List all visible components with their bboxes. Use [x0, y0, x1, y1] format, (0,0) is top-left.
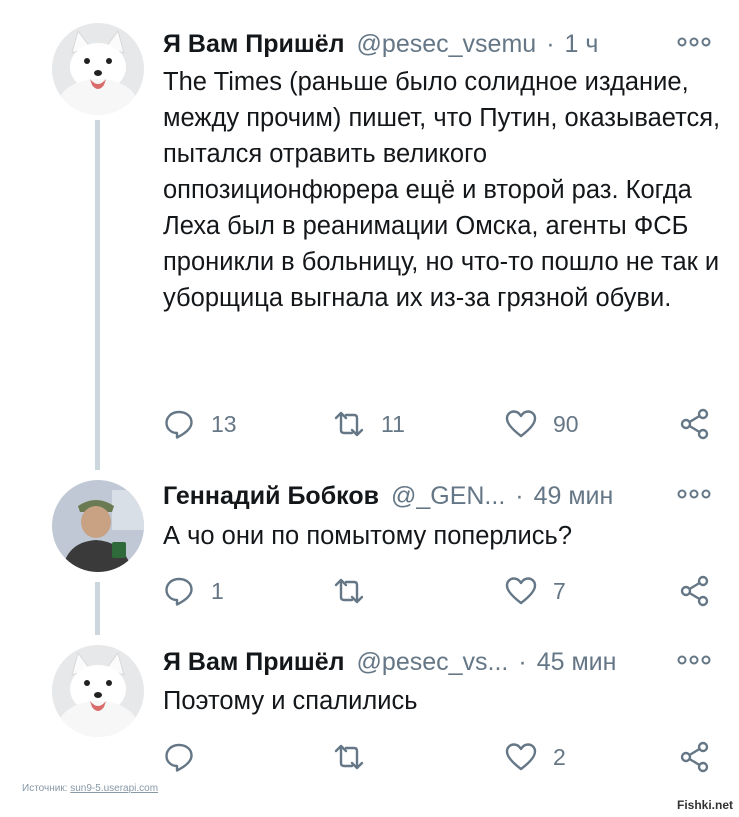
tweet-header: Геннадий Бобков @_GEN... · 49 мин — [163, 482, 711, 512]
share-button[interactable] — [679, 407, 711, 441]
more-options-icon[interactable] — [677, 486, 711, 502]
tweet-header: Я Вам Пришёл @pesec_vs... · 45 мин — [163, 648, 711, 678]
timestamp[interactable]: 1 ч — [565, 30, 599, 59]
like-button[interactable]: 90 — [505, 407, 579, 441]
source-label: Источник: — [22, 783, 68, 794]
reply-icon — [163, 408, 195, 440]
arctic-fox-avatar-icon — [52, 645, 144, 737]
tweet-text: А чо они по помытому поперлись? — [163, 522, 573, 550]
watermark: Fishki.net — [676, 798, 733, 812]
tweet-text: Поэтому и спалились — [163, 687, 418, 715]
thread-line — [95, 582, 100, 635]
heart-icon — [505, 575, 537, 607]
separator: · — [518, 648, 527, 676]
reply-button[interactable] — [163, 740, 211, 774]
reply-count: 13 — [211, 410, 237, 437]
reply-icon — [163, 575, 195, 607]
timestamp[interactable]: 45 мин — [537, 648, 617, 677]
share-icon — [679, 575, 711, 607]
separator: · — [515, 482, 524, 510]
tweet-text: The Times (раньше было солидное издание,… — [163, 68, 721, 312]
reply-button[interactable]: 1 — [163, 574, 224, 608]
tweet-actions: 13 11 90 — [163, 407, 715, 441]
tweet-actions: 2 — [163, 740, 715, 774]
tweet[interactable]: Я Вам Пришёл @pesec_vsemu · 1 ч The Time… — [0, 0, 739, 470]
user-handle[interactable]: @_GEN... — [391, 482, 505, 511]
separator: · — [546, 30, 555, 58]
tweet-actions: 1 7 — [163, 574, 715, 608]
source-caption: Источник: sun9-5.userapi.com — [22, 783, 158, 794]
user-name[interactable]: Я Вам Пришёл — [163, 30, 345, 59]
retweet-icon — [333, 741, 365, 773]
retweet-icon — [333, 575, 365, 607]
like-button[interactable]: 7 — [505, 574, 566, 608]
thread-line — [95, 120, 100, 470]
reply-count: 1 — [211, 577, 224, 604]
reply-icon — [163, 741, 195, 773]
timestamp[interactable]: 49 мин — [534, 482, 614, 511]
avatar[interactable] — [52, 645, 144, 737]
share-icon — [679, 408, 711, 440]
tweet-header: Я Вам Пришёл @pesec_vsemu · 1 ч — [163, 30, 711, 60]
like-count: 7 — [553, 577, 566, 604]
share-button[interactable] — [679, 574, 711, 608]
retweet-button[interactable] — [333, 574, 381, 608]
more-options-icon[interactable] — [677, 652, 711, 668]
retweet-button[interactable]: 11 — [333, 407, 405, 441]
source-link[interactable]: sun9-5.userapi.com — [70, 783, 158, 794]
share-icon — [679, 741, 711, 773]
user-handle[interactable]: @pesec_vsemu — [357, 30, 537, 59]
more-options-icon[interactable] — [677, 34, 711, 50]
like-button[interactable]: 2 — [505, 740, 566, 774]
arctic-fox-avatar-icon — [52, 23, 144, 115]
heart-icon — [505, 408, 537, 440]
retweet-count: 11 — [381, 410, 405, 437]
reply-button[interactable]: 13 — [163, 407, 237, 441]
like-count: 2 — [553, 743, 566, 770]
tweet[interactable]: Геннадий Бобков @_GEN... · 49 мин А чо о… — [0, 470, 739, 635]
like-count: 90 — [553, 410, 579, 437]
user-name[interactable]: Геннадий Бобков — [163, 482, 379, 511]
retweet-button[interactable] — [333, 740, 381, 774]
user-name[interactable]: Я Вам Пришёл — [163, 648, 345, 677]
avatar[interactable] — [52, 480, 144, 572]
tweet[interactable]: Я Вам Пришёл @pesec_vs... · 45 мин Поэто… — [0, 635, 739, 785]
heart-icon — [505, 741, 537, 773]
user-handle[interactable]: @pesec_vs... — [357, 648, 509, 677]
share-button[interactable] — [679, 740, 711, 774]
retweet-icon — [333, 408, 365, 440]
man-with-mug-avatar-icon — [52, 480, 144, 572]
avatar[interactable] — [52, 23, 144, 115]
